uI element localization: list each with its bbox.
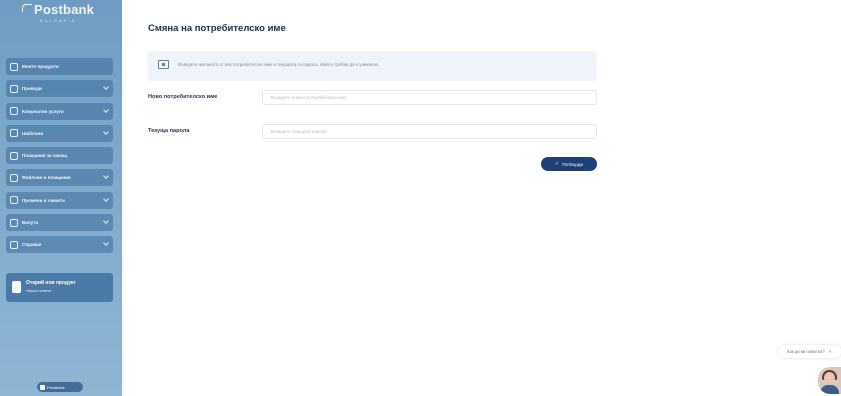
page: Postbank BULGARIA Моите продукти Преводи… [0,0,841,396]
chevron-down-icon [103,173,109,180]
info-card-icon [158,60,169,69]
chevron-down-icon [103,240,109,247]
info-banner: Въведете желаното от вас потребителско и… [147,51,597,81]
brand-tagline: BULGARIA [40,18,77,23]
file-icon [10,173,18,182]
confirm-button[interactable]: ✓ Потвърди [541,157,597,171]
sidebar-item-label: Преводи [22,86,42,92]
wallet-icon [10,62,18,71]
chevron-down-icon [103,106,109,113]
sidebar-item-templates[interactable]: Шаблони [6,124,113,142]
sidebar-item-reports[interactable]: Справки [6,236,113,254]
chevron-down-icon [103,84,109,91]
feedback-button[interactable]: Feedback [37,382,83,392]
sidebar-item-label: Комунални услуги [22,108,64,114]
chevron-down-icon [103,129,109,135]
close-icon[interactable]: × [829,349,832,354]
current-password-label: Текуща парола [148,128,190,134]
help-chat-pill[interactable]: Как да ви помогна? × [778,345,841,358]
sidebar-item-label: Моите продукти [22,64,59,69]
grid-icon [10,129,18,138]
clock-icon [10,151,18,160]
avatar-body [820,385,839,394]
sidebar-item-pending-payments[interactable]: Плащания за чакащ [6,147,113,165]
sidebar-item-label: Плащания за чакащ [22,153,67,159]
lightbulb-icon [10,107,18,116]
sidebar-item-label: Файлове и плащания [22,175,71,181]
page-title: Смяна на потребителско име [148,23,286,34]
promo-card[interactable]: Открий нов продукт Научи повече [6,273,113,302]
promo-subtitle: Научи повече [26,288,52,293]
promo-title: Открий нов продукт [26,280,76,286]
sliders-icon [10,196,18,205]
help-label: Как да ви помогна? [787,349,825,354]
sidebar-item-limits[interactable]: Промени и лимити [6,191,113,209]
transfer-icon [10,84,18,93]
check-icon: ✓ [555,161,560,167]
sidebar-item-my-products[interactable]: Моите продукти [6,58,113,75]
sidebar-nav: Моите продукти Преводи Комунални услуги … [6,58,113,259]
sidebar-item-label: Валута [22,220,39,226]
chat-icon [40,384,45,390]
sidebar-item-currency[interactable]: Валута [6,214,113,232]
currency-icon [10,218,18,227]
sidebar-item-label: Промени и лимити [22,197,65,203]
sidebar: Postbank BULGARIA Моите продукти Преводи… [0,0,122,396]
brand-name: Postbank [34,2,95,17]
sidebar-item-utilities[interactable]: Комунални услуги [6,102,113,120]
sidebar-item-label: Справки [22,242,42,248]
new-username-label: Ново потребителско име [148,94,218,100]
sidebar-item-label: Шаблони [22,130,44,136]
confirm-label: Потвърди [562,161,583,167]
info-text: Въведете желаното от вас потребителско и… [178,62,380,67]
logo-mark-icon [22,4,32,12]
new-username-input[interactable] [262,90,597,105]
assistant-avatar[interactable] [818,367,841,394]
chevron-down-icon [103,218,109,224]
sidebar-item-files-payments[interactable]: Файлове и плащания [6,169,113,187]
brand-logo[interactable]: Postbank BULGARIA [0,0,122,30]
avatar-face [824,372,835,384]
report-icon [10,240,18,249]
current-password-input[interactable] [262,124,597,139]
feedback-label: Feedback [47,384,65,390]
chevron-down-icon [103,195,109,202]
sidebar-item-transfers[interactable]: Преводи [6,80,113,98]
phone-icon [12,281,21,293]
